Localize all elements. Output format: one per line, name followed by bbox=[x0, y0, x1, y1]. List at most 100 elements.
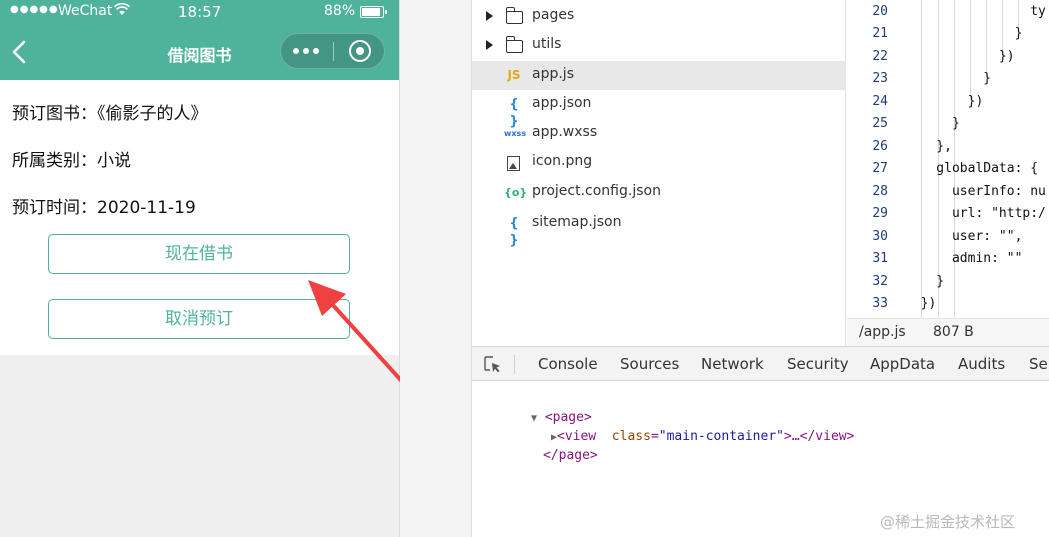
editor-status-bar: /app.js 807 B bbox=[847, 318, 1049, 346]
signal-strength: ●●●●● bbox=[10, 4, 59, 15]
code-line: 21 } bbox=[847, 22, 1049, 44]
file-tree-item-app-wxss[interactable]: wxss app.wxss bbox=[472, 119, 846, 148]
code-text: } bbox=[905, 274, 945, 289]
borrow-now-button[interactable]: 现在借书 bbox=[48, 234, 350, 274]
file-name: app.wxss bbox=[532, 124, 598, 140]
js-file-icon: JS bbox=[507, 68, 521, 82]
file-tree-item-app-js[interactable]: JS app.js bbox=[472, 61, 846, 90]
dot bbox=[303, 48, 309, 54]
panel-gutter bbox=[400, 0, 472, 537]
watermark: @稀土掘金技术社区 bbox=[880, 513, 1016, 531]
line-number: 21 bbox=[872, 26, 888, 41]
menu-capsule bbox=[280, 33, 385, 69]
battery-fill bbox=[362, 8, 380, 16]
line-number: 22 bbox=[872, 49, 888, 64]
line-number: 26 bbox=[872, 139, 888, 154]
code-line: 30 user: "", bbox=[847, 225, 1049, 247]
field-value: 2020-11-19 bbox=[97, 198, 196, 218]
code-line: 26 }, bbox=[847, 135, 1049, 157]
dom-tag: >…</view> bbox=[784, 429, 855, 444]
code-line: 22 }) bbox=[847, 45, 1049, 67]
dom-tag: </page> bbox=[542, 448, 598, 463]
file-name: project.config.json bbox=[532, 183, 661, 199]
wifi-icon bbox=[113, 3, 131, 19]
code-line: 28 userInfo: nu bbox=[847, 180, 1049, 202]
tab-appdata[interactable]: AppData bbox=[870, 355, 935, 373]
file-name: app.js bbox=[532, 66, 574, 82]
code-line: 33 }) bbox=[847, 292, 1049, 314]
file-name: utils bbox=[532, 36, 562, 52]
file-path: /app.js bbox=[859, 324, 906, 340]
line-number: 27 bbox=[872, 161, 888, 176]
expand-caret-icon[interactable] bbox=[486, 11, 493, 21]
line-number: 25 bbox=[872, 116, 888, 131]
file-tree: pages utils JS app.js { } app.json wxss … bbox=[472, 0, 846, 346]
book-title-row: 预订图书：《偷影子的人》 bbox=[12, 99, 208, 124]
tab-security[interactable]: Security bbox=[787, 355, 849, 373]
inspect-element-icon[interactable] bbox=[484, 356, 502, 374]
code-text: userInfo: nu bbox=[905, 184, 1046, 199]
code-line: 25 } bbox=[847, 112, 1049, 134]
battery-percent: 88% bbox=[324, 3, 356, 19]
dot bbox=[313, 48, 319, 54]
more-dots-icon[interactable] bbox=[281, 34, 333, 68]
folder-icon bbox=[505, 36, 523, 53]
nav-bar: 借阅图书 bbox=[0, 24, 399, 80]
file-tree-item-icon-png[interactable]: icon.png bbox=[472, 148, 846, 177]
toolbar-divider bbox=[514, 355, 515, 374]
category-row: 所属类别：小说 bbox=[12, 146, 131, 171]
line-number: 23 bbox=[872, 71, 888, 86]
code-line: 27 globalData: { bbox=[847, 157, 1049, 179]
reserve-date-row: 预订时间：2020-11-19 bbox=[12, 193, 196, 218]
tab-sources[interactable]: Sources bbox=[620, 355, 679, 373]
line-number: 30 bbox=[872, 229, 888, 244]
screen: ●●●●● WeChat 18:57 88% 借阅图书 预订图书：《偷影子的人》… bbox=[0, 0, 1049, 537]
status-time: 18:57 bbox=[178, 3, 222, 21]
file-tree-item-utils[interactable]: utils bbox=[472, 31, 846, 60]
image-file-icon bbox=[507, 156, 520, 171]
code-text: url: "http:/ bbox=[905, 206, 1046, 221]
wxss-file-icon: wxss bbox=[504, 129, 527, 138]
file-tree-item-app-json[interactable]: { } app.json bbox=[472, 90, 846, 129]
code-text: globalData: { bbox=[905, 161, 1039, 176]
json-file-icon: { } bbox=[509, 97, 519, 129]
file-tree-item-project-config[interactable]: {o} project.config.json bbox=[472, 178, 846, 207]
phone-simulator: ●●●●● WeChat 18:57 88% 借阅图书 预订图书：《偷影子的人》… bbox=[0, 0, 399, 537]
code-text: }) bbox=[905, 94, 984, 109]
code-text: } bbox=[905, 116, 960, 131]
file-size: 807 B bbox=[933, 324, 974, 340]
expand-caret-icon[interactable] bbox=[486, 40, 493, 50]
close-target-icon[interactable] bbox=[334, 34, 386, 68]
tab-network[interactable]: Network bbox=[701, 355, 764, 373]
tab-audits[interactable]: Audits bbox=[958, 355, 1005, 373]
tab-console[interactable]: Console bbox=[538, 355, 598, 373]
line-number: 24 bbox=[872, 94, 888, 109]
code-text: admin: "" bbox=[905, 251, 1023, 266]
file-name: pages bbox=[532, 7, 575, 23]
code-editor[interactable]: 20 ty 21 } 22 }) 23 } 24 }) 25 } 26 }, 2… bbox=[847, 0, 1049, 318]
code-text: ty bbox=[905, 4, 1046, 19]
tab-overflow[interactable]: Ser bbox=[1029, 355, 1049, 373]
code-line: 23 } bbox=[847, 67, 1049, 89]
line-number: 32 bbox=[872, 274, 888, 289]
carrier-name: WeChat bbox=[58, 3, 113, 19]
dot bbox=[293, 48, 299, 54]
field-label: 预订时间： bbox=[12, 198, 97, 218]
field-label: 所属类别： bbox=[12, 151, 97, 171]
code-text: } bbox=[905, 71, 992, 86]
code-line: 31 admin: "" bbox=[847, 247, 1049, 269]
line-number: 20 bbox=[872, 4, 888, 19]
file-name: icon.png bbox=[532, 153, 593, 169]
dom-attr-value: "main-container" bbox=[658, 429, 784, 444]
file-name: app.json bbox=[532, 95, 592, 111]
file-tree-item-pages[interactable]: pages bbox=[472, 2, 846, 31]
file-tree-item-sitemap[interactable]: { } sitemap.json bbox=[472, 209, 846, 248]
line-number: 33 bbox=[872, 296, 888, 311]
code-line: 24 }) bbox=[847, 90, 1049, 112]
line-number: 28 bbox=[872, 184, 888, 199]
devtools-tab-bar: Console Sources Network Security AppData… bbox=[472, 346, 1049, 381]
code-line: 32 } bbox=[847, 270, 1049, 292]
code-text: }) bbox=[905, 49, 1015, 64]
dom-node-page-close: </page> bbox=[496, 433, 598, 478]
status-bar: ●●●●● WeChat 18:57 88% bbox=[0, 0, 399, 24]
